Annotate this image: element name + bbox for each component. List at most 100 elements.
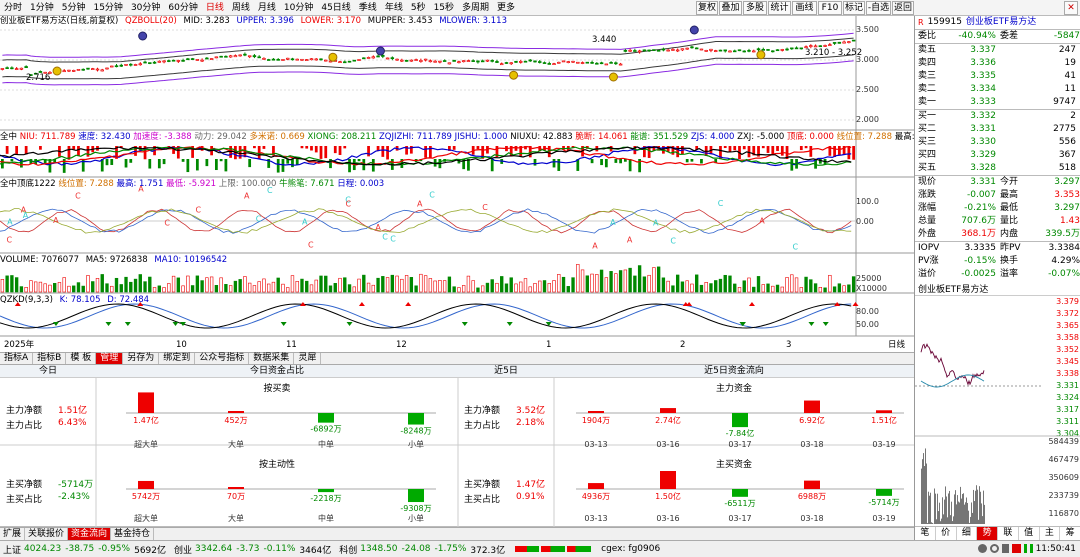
recent-buy-cat-1: 03-16 xyxy=(656,514,679,523)
mini-tab-7[interactable]: 筹 xyxy=(1060,527,1080,540)
indicator-tab-8[interactable]: 灵犀 xyxy=(294,353,322,364)
main-axis-2: 3.000 xyxy=(856,55,879,64)
bottom-tab-1[interactable]: 关联报价 xyxy=(25,528,69,540)
mini-vol-bar xyxy=(953,516,954,524)
phone-icon[interactable] xyxy=(1001,544,1009,553)
ind2-signal-label: C xyxy=(164,218,170,227)
quote-panel: R 159915 创业板ETF易方达 委比 -40.94% 委差 -5847 卖… xyxy=(914,16,1080,284)
s1-v1: 1.51亿 xyxy=(58,406,88,416)
bottom-tab-2[interactable]: 资金流向 xyxy=(68,528,112,540)
volume-bar xyxy=(366,282,371,293)
candle-body xyxy=(713,50,718,52)
mini-tab-1[interactable]: 价 xyxy=(936,527,957,540)
ask-row-0-label: 卖五 xyxy=(918,45,937,55)
mini-tab-2[interactable]: 细 xyxy=(957,527,978,540)
candle-body xyxy=(314,58,318,61)
volume-bar xyxy=(590,273,594,293)
period-16[interactable]: 更多 xyxy=(493,0,519,16)
ask-row-3-price: 3.334 xyxy=(970,84,996,94)
indicator-tab-1[interactable]: 指标B xyxy=(33,353,67,364)
period-0[interactable]: 分时 xyxy=(0,0,26,16)
mini-tab-4[interactable]: 联 xyxy=(998,527,1019,540)
candle-body xyxy=(119,64,123,67)
period-3[interactable]: 15分钟 xyxy=(89,0,126,16)
volume-bar xyxy=(309,284,314,293)
volume-bar xyxy=(219,277,223,293)
volume-bar xyxy=(105,283,109,293)
period-4[interactable]: 30分钟 xyxy=(127,0,164,16)
volume-bar xyxy=(133,278,138,293)
ask-row-0-price: 3.337 xyxy=(970,45,996,55)
ind1-bar xyxy=(348,159,351,173)
iopv-row-2-value: -0.07% xyxy=(1048,269,1080,279)
toolbar-button-6[interactable]: 标记 xyxy=(843,1,865,15)
period-11[interactable]: 季线 xyxy=(355,0,381,16)
recent-main-bar-4 xyxy=(876,410,892,413)
period-15[interactable]: 多周期 xyxy=(458,0,493,16)
volume-bar xyxy=(766,283,770,293)
cy-amount: 3464亿 xyxy=(299,545,332,556)
volume-bar xyxy=(495,282,499,293)
indicator-tab-6[interactable]: 公众号指标 xyxy=(195,353,250,364)
period-9[interactable]: 10分钟 xyxy=(280,0,317,16)
stat-row-4-label: 外盘 xyxy=(918,229,937,239)
period-2[interactable]: 5分钟 xyxy=(58,0,90,16)
indicator-tab-7[interactable]: 数据采集 xyxy=(249,353,295,364)
main-axis-1: 3.500 xyxy=(856,25,879,34)
mini-tab-0[interactable]: 笔 xyxy=(915,527,936,540)
status-icons[interactable]: 11:50:41 xyxy=(977,544,1076,554)
bid-row-3-label: 买四 xyxy=(918,150,937,160)
mini-vol-bar xyxy=(926,463,927,524)
period-7[interactable]: 周线 xyxy=(228,0,254,16)
period-12[interactable]: 年线 xyxy=(381,0,407,16)
ind1-bar xyxy=(733,146,737,151)
chart-area[interactable]: CACCCAACCCCAACACAAACCCACAACAAC 创业板ETF易方达… xyxy=(0,16,914,352)
mini-tab-6[interactable]: 主 xyxy=(1040,527,1061,540)
ind1-bar xyxy=(262,146,266,149)
period-6[interactable]: 日线 xyxy=(202,0,228,16)
ind1-bar xyxy=(343,146,347,149)
kd-arrow-icon xyxy=(748,302,755,306)
candle-body xyxy=(728,50,732,53)
candle-body xyxy=(818,45,823,48)
toolbar-button-3[interactable]: 统计 xyxy=(768,1,791,15)
ind2-signal-label: A xyxy=(592,241,598,250)
indicator-tab-4[interactable]: 另存为 xyxy=(123,353,160,364)
ask-row-2: 卖三 3.335 41 xyxy=(915,70,1080,83)
toolbar-button-5[interactable]: F10 xyxy=(818,1,842,15)
period-10[interactable]: 45日线 xyxy=(317,0,354,16)
toolbar-button-2[interactable]: 多股 xyxy=(743,1,767,15)
kd-arrow-icon xyxy=(172,322,179,326)
candle-body xyxy=(376,55,380,58)
toolbar-button-0[interactable]: 复权 xyxy=(696,1,718,15)
gear-icon[interactable] xyxy=(989,544,999,553)
indicator-tab-2[interactable]: 模 板 xyxy=(66,353,97,364)
period-14[interactable]: 15秒 xyxy=(430,0,458,16)
toolbar-button-1[interactable]: 叠加 xyxy=(719,1,742,15)
alert-icon[interactable] xyxy=(1011,544,1021,553)
recent-buy-cat-4: 03-19 xyxy=(872,514,895,523)
candle-body xyxy=(404,60,409,62)
indicator-tab-5[interactable]: 绑定到 xyxy=(159,353,196,364)
ind1-bar xyxy=(833,146,836,157)
mini-intraday-chart[interactable]: 3.379 3.372 3.365 3.358 3.352 3.345 3.338 3.331… xyxy=(915,296,1080,526)
toolbar-button-8[interactable]: 返回 xyxy=(892,1,914,15)
period-13[interactable]: 5秒 xyxy=(407,0,430,16)
bottom-tab-3[interactable]: 基金持仓 xyxy=(111,528,155,540)
volume-bar xyxy=(24,287,28,293)
toolbar-button-4[interactable]: 画线 xyxy=(792,1,817,15)
volume-bar xyxy=(324,275,328,293)
chat-icon[interactable] xyxy=(977,544,987,553)
indicator-tab-0[interactable]: 指标A xyxy=(0,353,34,364)
indicator-tab-3[interactable]: 管理 xyxy=(96,353,124,364)
period-8[interactable]: 月线 xyxy=(254,0,280,16)
period-5[interactable]: 60分钟 xyxy=(164,0,201,16)
mini-tab-5[interactable]: 值 xyxy=(1019,527,1040,540)
signal-icon[interactable] xyxy=(1023,544,1033,553)
candle-body xyxy=(476,60,480,63)
close-icon[interactable]: ✕ xyxy=(1064,1,1078,15)
bottom-tab-0[interactable]: 扩展 xyxy=(0,528,26,540)
period-1[interactable]: 1分钟 xyxy=(26,0,58,16)
toolbar-button-7[interactable]: -自选 xyxy=(866,1,891,15)
mini-tab-3[interactable]: 势 xyxy=(977,527,998,540)
